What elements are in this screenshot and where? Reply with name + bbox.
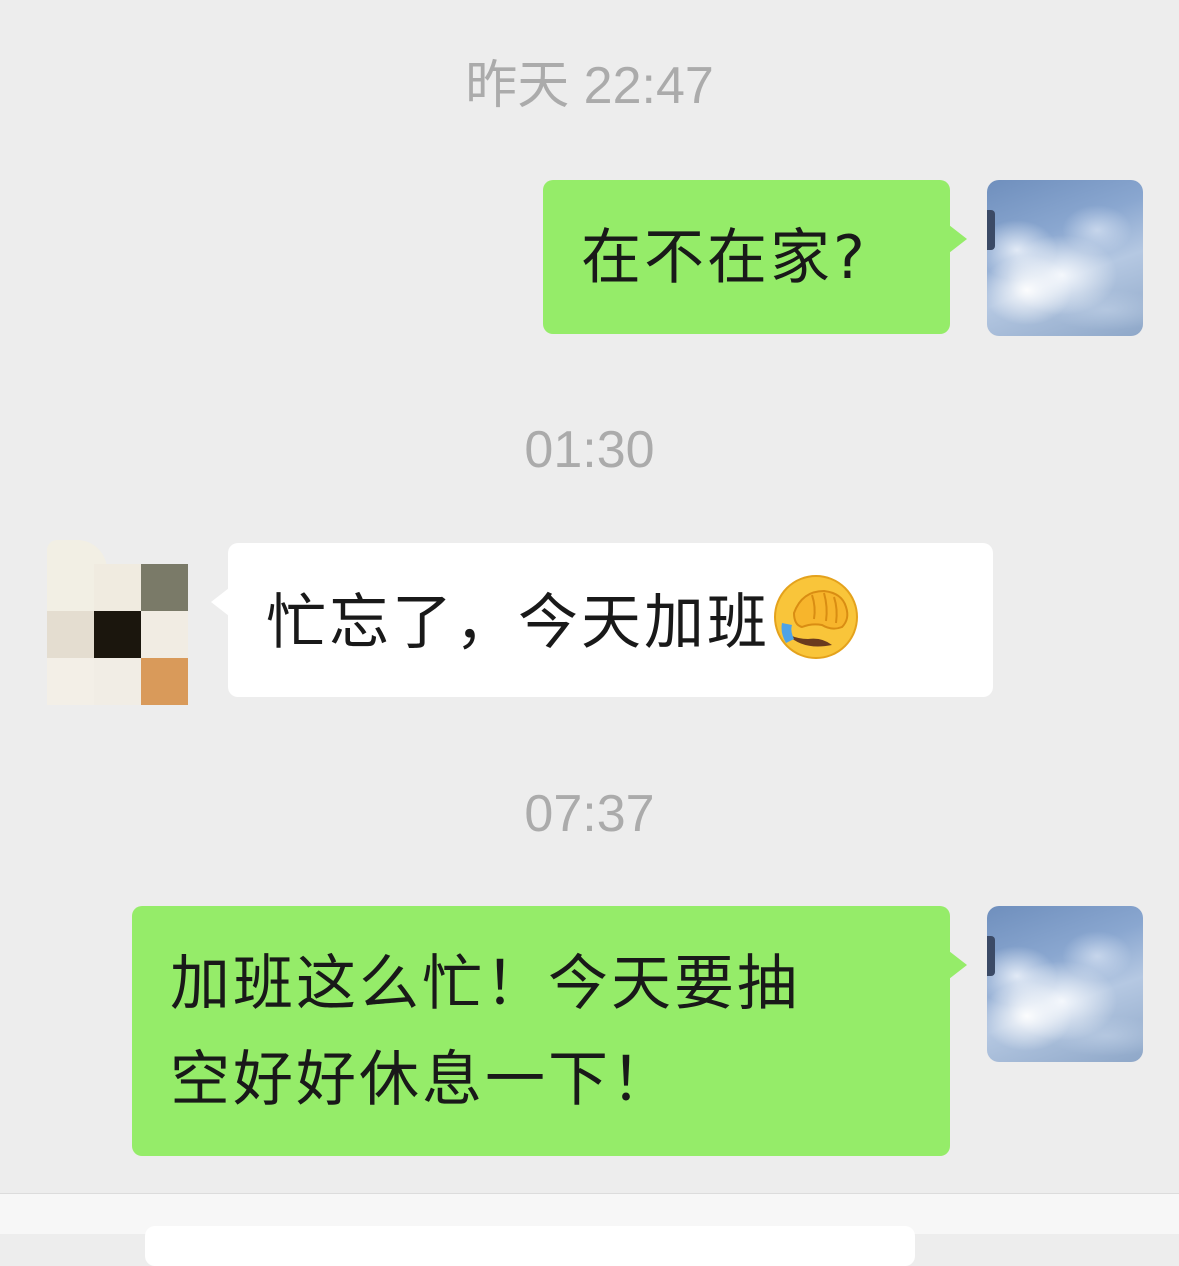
message-input[interactable] [145, 1226, 915, 1266]
avatar-detail [987, 936, 995, 976]
avatar-pixel [141, 658, 188, 705]
avatar-pixel [47, 611, 94, 658]
timestamp: 01:30 [524, 421, 655, 479]
message-text-line: 空好好休息一下！ [170, 1045, 674, 1115]
message-text: 在不在家? [581, 223, 868, 293]
avatar-pixel [141, 611, 188, 658]
message-bubble-sent[interactable]: 在不在家? [543, 180, 967, 334]
my-avatar[interactable] [987, 906, 1143, 1062]
message-bubble-received[interactable]: 忙忘了，今天加班 [211, 543, 993, 697]
avatar-detail [987, 210, 995, 250]
avatar-pixel [94, 611, 141, 658]
avatar-pixel [94, 658, 141, 705]
bubble-tail [949, 225, 967, 253]
my-avatar[interactable] [987, 180, 1143, 336]
message-text: 忙忘了，今天加班 [266, 588, 770, 658]
timestamp: 昨天 22:47 [465, 57, 714, 115]
input-bar [0, 1193, 1179, 1266]
bubble-tail [949, 951, 967, 979]
bubble-tail [211, 588, 229, 616]
message-text-line: 加班这么忙！今天要抽 [170, 949, 800, 1019]
message-bubble-sent[interactable]: 加班这么忙！今天要抽 空好好休息一下！ [132, 906, 967, 1156]
avatar-pixel [94, 564, 141, 611]
timestamp: 07:37 [524, 785, 655, 843]
contact-avatar[interactable] [47, 540, 189, 706]
avatar-pixel [141, 564, 188, 611]
avatar-pixel [47, 658, 94, 705]
face-palm-emoji [774, 575, 858, 659]
